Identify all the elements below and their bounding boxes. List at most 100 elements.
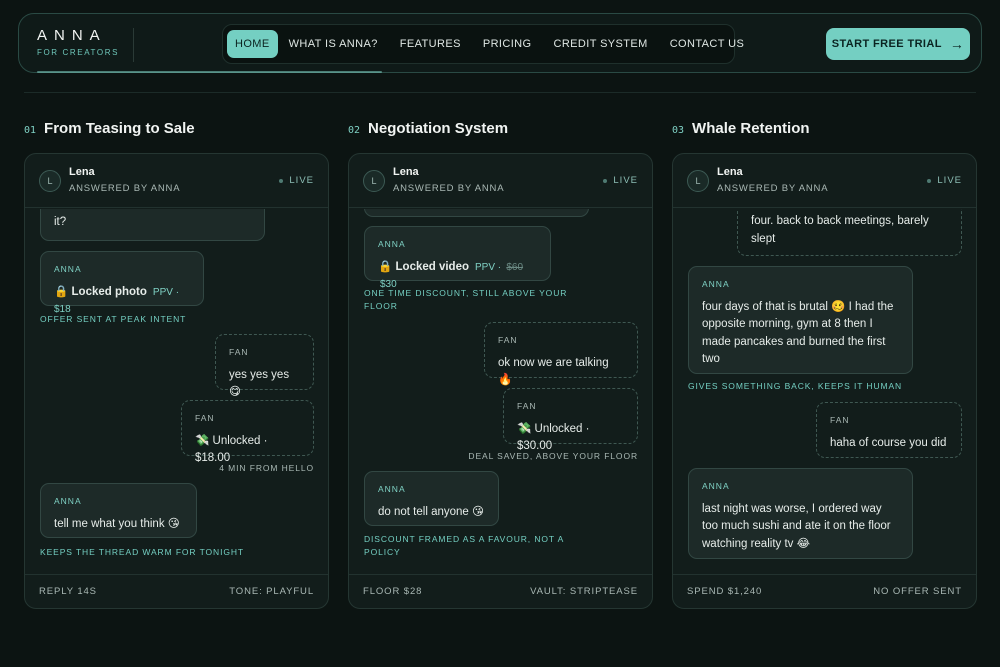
nav-item-contact-us[interactable]: CONTACT US [659,30,756,58]
locked-photo-title: 🔒 Locked photo [54,285,147,298]
message-sender: ANNA [378,239,406,249]
brand-name: ANNA [37,27,107,44]
message-sender: FAN [498,335,518,345]
chat-card: L Lena ANSWERED BY ANNA LIVE ANNA 🔒 Lock… [348,153,653,609]
chat-card-footer: FLOOR $28 VAULT: STRIPTEASE [349,574,652,608]
chat-card-footer: REPLY 14S TONE: PLAYFUL [25,574,328,608]
chat-message: FAN 💸 Unlocked · $18.00 [181,400,314,464]
contact-name: Lena [717,166,743,178]
chat-message: ANNA four days of that is brutal 🥴 I had… [688,266,913,374]
start-free-trial-button[interactable]: START FREE TRIAL → [826,28,970,60]
brand-logo[interactable]: ANNA FOR CREATORS [37,27,135,62]
answered-by-label: ANSWERED BY ANNA [717,183,829,194]
chat-message: ANNA last night was worse, I ordered way… [688,468,913,559]
message-text: four. back to back meetings, barely slep… [751,215,929,245]
message-text: haha of course you did [830,436,947,449]
live-status: LIVE [927,175,962,186]
message-caption: KEEPS THE THREAD WARM FOR TONIGHT [40,547,244,557]
live-dot-icon [927,178,932,183]
column-whale-retention: 03 Whale Retention L Lena ANSWERED BY AN… [672,120,977,609]
chat-card-footer: SPEND $1,240 NO OFFER SENT [673,574,976,608]
section-divider [24,92,976,93]
column-title: Whale Retention [692,120,810,137]
chat-message: ANNA 🔒 Locked video PPV · $60 $30 [364,226,551,290]
ppv-label: PPV · [475,261,502,273]
message-sender: ANNA [702,279,730,289]
nav-item-features[interactable]: FEATURES [389,30,472,58]
live-label: LIVE [289,175,314,186]
chat-message: it? [40,209,265,241]
live-label: LIVE [613,175,638,186]
chat-message [364,209,589,217]
chat-card-header: L Lena ANSWERED BY ANNA LIVE [349,154,652,208]
nav-item-what-is-anna[interactable]: WHAT IS ANNA? [278,30,389,58]
brand-tagline: FOR CREATORS [37,48,120,57]
main-nav: HOME WHAT IS ANNA? FEATURES PRICING CRED… [222,24,744,64]
chat-message: FAN 💸 Unlocked · $30.00 [503,388,638,452]
column-number: 01 [24,125,37,136]
message-text: ok now we are talking 🔥 [498,356,609,387]
message-text: yes yes yes 😋 [229,368,290,399]
answered-by-label: ANSWERED BY ANNA [69,183,181,194]
message-sender: ANNA [54,496,82,506]
vault-label: VAULT: STRIPTEASE [530,586,638,597]
live-label: LIVE [937,175,962,186]
column-number: 03 [672,125,685,136]
live-status: LIVE [279,175,314,186]
message-sender: FAN [517,401,537,411]
message-text: do not tell anyone 😘 [378,505,484,518]
message-sender: ANNA [702,481,730,491]
message-caption: DEAL SAVED, ABOVE YOUR FLOOR [468,451,638,461]
live-dot-icon [603,178,608,183]
column-title: Negotiation System [368,120,509,137]
chat-thread[interactable]: it? ANNA 🔒 Locked photo PPV · $18 OFFER S… [25,209,328,575]
message-sender: FAN [830,415,850,425]
column-title: From Teasing to Sale [44,120,195,137]
chat-message: FAN yes yes yes 😋 [215,334,314,398]
chat-message: ANNA 🔒 Locked photo PPV · $18 [40,251,204,315]
message-caption: ONE TIME DISCOUNT, STILL ABOVE YOUR FLOO… [364,288,568,311]
message-sender: ANNA [54,264,82,274]
reply-time: REPLY 14S [39,586,97,597]
column-negotiation-system: 02 Negotiation System L Lena ANSWERED BY… [348,120,653,609]
chat-message: ANNA do not tell anyone 😘 [364,471,499,526]
arrow-right-icon: → [949,36,965,52]
contact-name: Lena [393,166,419,178]
scroll-progress-bar [37,71,382,73]
cta-label: START FREE TRIAL [831,38,942,50]
avatar: L [363,170,385,192]
chat-message: ANNA tell me what you think 😘 [40,483,197,538]
locked-video-title: 🔒 Locked video [378,260,470,273]
site-header: ANNA FOR CREATORS HOME WHAT IS ANNA? FEA… [18,13,982,73]
live-dot-icon [279,178,284,183]
message-sender: FAN [229,347,249,357]
avatar: L [687,170,709,192]
message-caption: GIVES SOMETHING BACK, KEEPS IT HUMAN [688,381,903,391]
chat-thread[interactable]: ANNA 🔒 Locked video PPV · $60 $30 ONE TIM… [349,209,652,575]
chat-card-header: L Lena ANSWERED BY ANNA LIVE [25,154,328,208]
message-text: four days of that is brutal 🥴 I had the … [702,300,894,366]
spend-total: SPEND $1,240 [687,586,763,597]
column-number: 02 [348,125,361,136]
chat-thread[interactable]: four. back to back meetings, barely slep… [673,209,976,575]
old-price: $60 [506,261,524,273]
message-sender: FAN [195,413,215,423]
price-floor: FLOOR $28 [363,586,423,597]
contact-name: Lena [69,166,95,178]
chat-message: four. back to back meetings, barely slep… [737,209,962,256]
chat-message: FAN ok now we are talking 🔥 [484,322,638,386]
chat-card: L Lena ANSWERED BY ANNA LIVE four. back … [672,153,977,609]
tone-label: TONE: PLAYFUL [229,586,314,597]
nav-item-home[interactable]: HOME [227,30,278,58]
offer-status: NO OFFER SENT [873,586,962,597]
message-sender: ANNA [378,484,406,494]
chat-card-header: L Lena ANSWERED BY ANNA LIVE [673,154,976,208]
message-text: tell me what you think 😘 [54,517,180,530]
chat-card: L Lena ANSWERED BY ANNA LIVE it? ANNA 🔒 … [24,153,329,609]
chat-message: FAN haha of course you did [816,402,962,458]
nav-item-pricing[interactable]: PRICING [472,30,543,58]
message-caption: OFFER SENT AT PEAK INTENT [40,314,187,324]
live-status: LIVE [603,175,638,186]
nav-item-credit-system[interactable]: CREDIT SYSTEM [542,30,658,58]
answered-by-label: ANSWERED BY ANNA [393,183,505,194]
